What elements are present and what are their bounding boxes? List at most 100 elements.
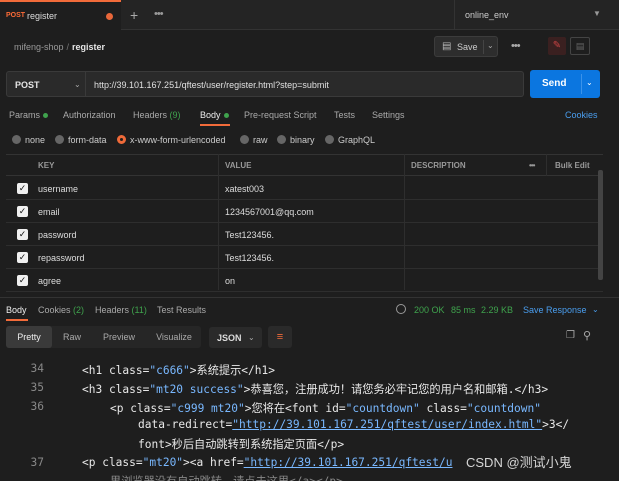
view-tab-preview[interactable]: Preview — [94, 326, 144, 348]
param-key[interactable]: email — [38, 207, 60, 217]
row-checkbox[interactable]: ✓ — [17, 275, 28, 286]
tab-params[interactable]: Params — [9, 110, 49, 120]
row-checkbox[interactable]: ✓ — [17, 229, 28, 240]
format-select[interactable]: JSON ⌄ — [209, 327, 262, 348]
param-value[interactable]: xatest003 — [225, 184, 264, 194]
chevron-down-icon[interactable]: ⌄ — [592, 305, 599, 314]
tab-headers[interactable]: Headers (9) — [133, 110, 181, 120]
tab-body[interactable]: Body — [200, 110, 229, 120]
line-number: 37 — [30, 456, 44, 469]
table-scrollbar[interactable] — [598, 170, 603, 280]
response-tab-test-results[interactable]: Test Results — [157, 305, 206, 315]
new-tab-plus-icon[interactable]: + — [130, 7, 138, 23]
radio-graphql[interactable]: GraphQL — [325, 135, 375, 145]
breadcrumb: mifeng-shop / register — [14, 42, 105, 52]
view-tab-pretty[interactable]: Pretty — [6, 326, 52, 348]
chevron-down-icon: ▼ — [593, 9, 601, 18]
breadcrumb-request[interactable]: register — [72, 42, 105, 52]
format-label: JSON — [217, 333, 242, 343]
code-line-wrap: data-redirect="http://39.101.167.251/qft… — [138, 418, 570, 431]
url-input[interactable]: http://39.101.167.251/qftest/user/regist… — [86, 71, 524, 97]
response-size[interactable]: 2.29 KB — [481, 305, 513, 315]
code-line: <h1 class="c666">系统提示</h1> — [82, 364, 275, 377]
documentation-icon[interactable]: ▤ — [570, 37, 590, 55]
search-icon[interactable]: ⚲ — [583, 329, 591, 342]
tab-params-label: Params — [9, 110, 41, 120]
radio-none[interactable]: none — [12, 135, 45, 145]
table-row[interactable]: ✓ repassword Test123456. — [6, 246, 603, 269]
request-tab[interactable]: POST register — [0, 0, 121, 30]
param-key[interactable]: password — [38, 230, 77, 240]
radio-binary[interactable]: binary — [277, 135, 315, 145]
code-line: <p class="mt20"><a href="http://39.101.1… — [82, 456, 453, 469]
tab-settings[interactable]: Settings — [372, 110, 405, 120]
tab-bar: POST register + ••• online_env ▼ — [0, 0, 619, 30]
response-tab-headers[interactable]: Headers (11) — [95, 305, 147, 315]
breadcrumb-separator: / — [66, 42, 70, 52]
view-tab-raw[interactable]: Raw — [54, 326, 90, 348]
save-label: Save — [457, 42, 478, 52]
status-code[interactable]: 200 OK — [414, 305, 445, 315]
save-button[interactable]: ▤ Save ⌄ — [434, 36, 498, 57]
radio-form-data-label: form-data — [68, 135, 107, 145]
table-row[interactable]: ✓ password Test123456. — [6, 223, 603, 246]
response-tab-body[interactable]: Body — [6, 305, 27, 315]
edit-pencil-icon[interactable]: ✎ — [548, 37, 566, 55]
radio-form-data[interactable]: form-data — [55, 135, 107, 145]
table-row[interactable]: ✓ agree on — [6, 269, 603, 292]
row-checkbox[interactable]: ✓ — [17, 206, 28, 217]
radio-graphql-label: GraphQL — [338, 135, 376, 145]
code-line-wrap: 果浏览器没有自动跳转，请点击这里</a></p> — [110, 473, 343, 481]
radio-raw[interactable]: raw — [240, 135, 268, 145]
response-tab-cookies[interactable]: Cookies (2) — [38, 305, 84, 315]
chevron-down-icon[interactable]: ⌄ — [487, 41, 494, 50]
radio-binary-label: binary — [290, 135, 315, 145]
tab-authorization[interactable]: Authorization — [63, 110, 116, 120]
column-options-icon[interactable]: ••• — [529, 161, 535, 170]
send-label: Send — [542, 78, 567, 89]
response-cookies-label: Cookies — [38, 305, 71, 315]
param-value[interactable]: 1234567001@qq.com — [225, 207, 314, 217]
param-value[interactable]: Test123456. — [225, 253, 274, 263]
copy-icon[interactable]: ❐ — [566, 330, 575, 341]
watermark-text: CSDN @测试小鬼 — [466, 455, 572, 470]
row-checkbox[interactable]: ✓ — [17, 183, 28, 194]
param-value[interactable]: Test123456. — [225, 230, 274, 240]
tab-tests[interactable]: Tests — [334, 110, 355, 120]
tab-method-label: POST — [6, 12, 26, 19]
params-indicator-dot — [43, 113, 49, 119]
chevron-down-icon[interactable]: ⌄ — [586, 78, 593, 87]
param-key[interactable]: agree — [38, 276, 61, 286]
unsaved-dot-icon[interactable] — [106, 13, 113, 20]
code-line-wrap: font>秒后自动跳转到系统指定页面</p> — [138, 438, 345, 451]
tab-prerequest[interactable]: Pre-request Script — [244, 110, 317, 120]
param-value[interactable]: on — [225, 276, 235, 286]
radio-urlencoded[interactable]: x-www-form-urlencoded — [117, 135, 226, 145]
more-actions-icon[interactable]: ••• — [511, 40, 521, 52]
more-tabs-icon[interactable]: ••• — [154, 8, 164, 20]
save-response-button[interactable]: Save Response — [523, 305, 587, 315]
response-time[interactable]: 85 ms — [451, 305, 476, 315]
method-select[interactable]: POST ⌄ — [6, 71, 86, 97]
view-tab-visualize[interactable]: Visualize — [146, 326, 202, 348]
radio-raw-label: raw — [253, 135, 268, 145]
row-checkbox[interactable]: ✓ — [17, 252, 28, 263]
param-key[interactable]: username — [38, 184, 78, 194]
wrap-lines-icon[interactable]: ≡ — [268, 326, 292, 348]
response-cookies-count: (2) — [73, 305, 85, 315]
response-divider[interactable] — [0, 297, 619, 298]
bulk-edit-button[interactable]: Bulk Edit — [555, 161, 590, 170]
param-key[interactable]: repassword — [38, 253, 85, 263]
chevron-down-icon: ⌄ — [74, 80, 81, 89]
globe-icon[interactable] — [396, 304, 406, 314]
radio-none-label: none — [25, 135, 46, 145]
code-line: <p class="c999 mt20">您将在<font id="countd… — [110, 402, 541, 415]
breadcrumb-workspace[interactable]: mifeng-shop — [14, 42, 64, 52]
col-description: DESCRIPTION — [411, 161, 466, 170]
environment-select[interactable]: online_env ▼ — [454, 0, 604, 30]
tab-body-label: Body — [200, 110, 221, 120]
send-button[interactable]: Send ⌄ — [530, 70, 600, 98]
table-row[interactable]: ✓ email 1234567001@qq.com — [6, 200, 603, 223]
table-row[interactable]: ✓ username xatest003 — [6, 177, 603, 200]
cookies-link[interactable]: Cookies — [565, 110, 598, 120]
